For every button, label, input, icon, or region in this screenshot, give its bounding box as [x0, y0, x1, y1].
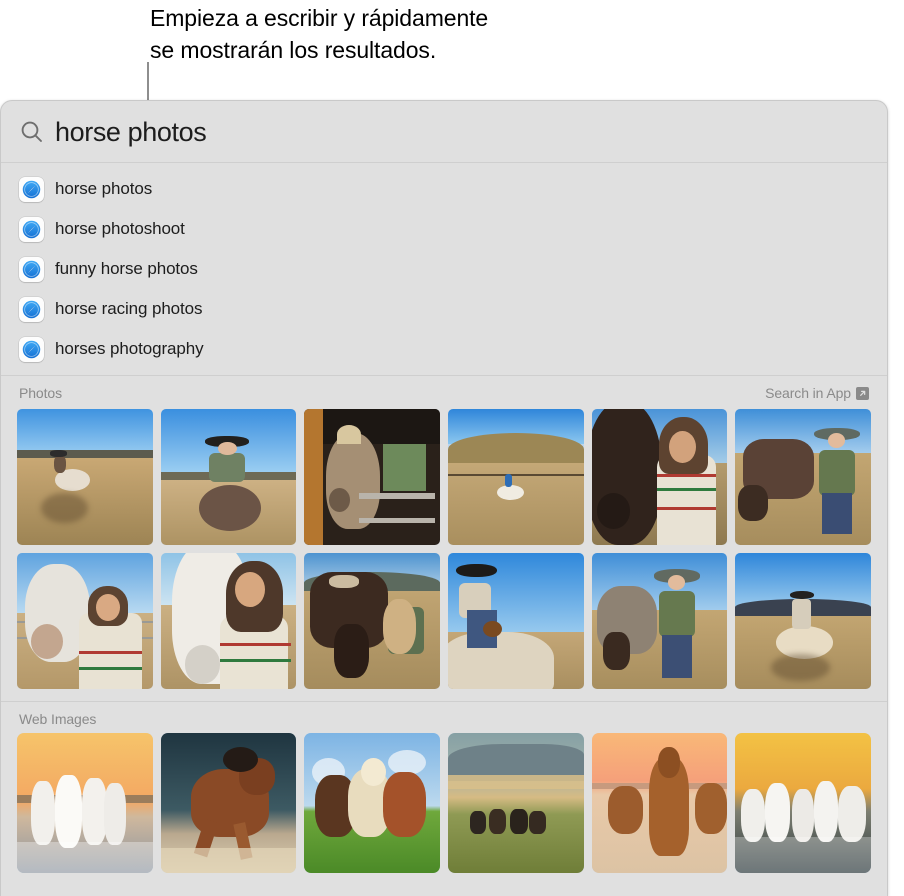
photo-thumbnail[interactable]: Girl in cowboy hat seated on pale horse: [448, 553, 584, 689]
photo-thumbnail[interactable]: Girl riding pale horse on dry hillside: [17, 409, 153, 545]
photo-thumbnail[interactable]: Girl in black cowboy hat riding brown ho…: [160, 409, 297, 545]
safari-compass-icon: [19, 336, 44, 362]
suggestion-row-5[interactable]: horses photography: [1, 329, 887, 369]
safari-compass-icon: [19, 296, 44, 322]
photo-thumbnail[interactable]: Blonde girl petting dark brown horse: [304, 553, 440, 689]
photo-thumbnail[interactable]: Girl hugging white horse by corral fence: [17, 553, 153, 689]
external-link-icon: [856, 386, 869, 400]
search-in-app-label: Search in App: [765, 385, 851, 401]
photo-thumbnail[interactable]: Close-up girl resting head on white hors…: [160, 553, 297, 689]
callout-text: Empieza a escribir y rápidamente se most…: [150, 2, 770, 66]
web-image-thumbnail[interactable]: White horses splashing through surf at d…: [735, 733, 871, 873]
search-input-value[interactable]: horse photos: [55, 117, 207, 147]
web-image-thumbnail[interactable]: Brown horse running in dust under stormy…: [160, 733, 297, 873]
suggestion-label: horse photoshoot: [55, 219, 185, 238]
photo-thumbnail[interactable]: Girl in green hoodie leading grazing hor…: [735, 409, 871, 545]
photo-thumbnail[interactable]: White horse and rider in far pasture: [448, 409, 584, 545]
web-image-thumbnail[interactable]: Three horses galloping across green mead…: [304, 733, 440, 873]
suggestion-label: horse photos: [55, 179, 153, 198]
suggestion-list: horse photos horse photoshoot funny hors…: [1, 163, 887, 375]
suggestion-row-1[interactable]: horse photos: [1, 169, 887, 209]
web-images-grid: White horses galloping through water at …: [1, 733, 887, 873]
safari-compass-icon: [19, 256, 44, 282]
search-field[interactable]: horse photos: [1, 101, 887, 163]
web-images-section-header: Web Images: [1, 701, 887, 733]
photos-grid: Girl riding pale horse on dry hillside G…: [1, 409, 887, 689]
suggestion-label: funny horse photos: [55, 259, 198, 278]
search-icon: [19, 119, 45, 145]
callout-line-1: Empieza a escribir y rápidamente: [150, 5, 489, 31]
photo-thumbnail[interactable]: Dark horse head beside girl in striped s…: [591, 409, 728, 545]
photo-thumbnail[interactable]: Girl in grey hat leading bowed horse: [591, 553, 728, 689]
photos-section-title: Photos: [19, 385, 62, 401]
photos-section-header: Photos Search in App: [1, 375, 887, 407]
web-image-thumbnail[interactable]: Wild horses on plain below mountain rang…: [448, 733, 584, 873]
safari-compass-icon: [19, 216, 44, 242]
photo-thumbnail[interactable]: Dun horse head in barn stall: [304, 409, 440, 545]
web-images-section-title: Web Images: [19, 711, 97, 727]
photo-thumbnail[interactable]: Rider on palomino horse in open field: [735, 553, 871, 689]
suggestion-row-4[interactable]: horse racing photos: [1, 289, 887, 329]
callout-line-2: se mostrarán los resultados.: [150, 37, 437, 63]
suggestion-row-2[interactable]: horse photoshoot: [1, 209, 887, 249]
suggestion-row-3[interactable]: funny horse photos: [1, 249, 887, 289]
suggestion-label: horses photography: [55, 339, 204, 358]
safari-compass-icon: [19, 176, 44, 202]
web-image-thumbnail[interactable]: Horses on beach at orange sunset: [591, 733, 728, 873]
web-image-thumbnail[interactable]: White horses galloping through water at …: [17, 733, 153, 873]
search-suggestions-panel: horse photos horse photos horse photosho…: [0, 100, 888, 896]
search-in-app-button[interactable]: Search in App: [765, 385, 869, 401]
suggestion-label: horse racing photos: [55, 299, 203, 318]
